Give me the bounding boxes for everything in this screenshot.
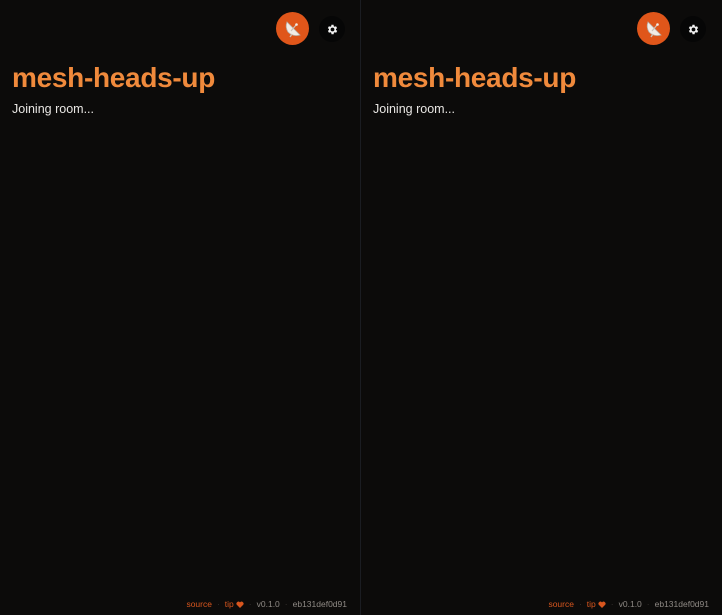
gear-icon (327, 24, 337, 34)
settings-button[interactable] (680, 16, 706, 42)
tip-link[interactable]: tip (225, 598, 244, 610)
satellite-dish-icon (646, 20, 662, 37)
footer: source · tip · v0.1.0 · eb131def0d91 (548, 598, 709, 610)
status-text: Joining room... (373, 102, 455, 116)
separator: · (284, 599, 288, 609)
separator: · (610, 599, 614, 609)
client-pane-left: mesh-heads-up Joining room... source · t… (0, 0, 361, 615)
app-title: mesh-heads-up (12, 62, 216, 93)
source-link[interactable]: source (548, 598, 574, 610)
status-text: Joining room... (12, 102, 94, 116)
client-pane-right: mesh-heads-up Joining room... source · t… (361, 0, 722, 615)
tip-label: tip (586, 599, 596, 609)
tip-link[interactable]: tip (587, 598, 606, 610)
profile-avatar-button[interactable] (637, 12, 670, 45)
profile-avatar-button[interactable] (276, 12, 309, 45)
app-window: mesh-heads-up Joining room... source · t… (0, 0, 722, 615)
commit-hash: eb131def0d91 (654, 599, 709, 609)
separator: · (578, 599, 582, 609)
commit-hash: eb131def0d91 (292, 599, 347, 609)
settings-button[interactable] (319, 16, 345, 42)
heart-icon (236, 601, 244, 609)
version-text: v0.1.0 (618, 599, 642, 609)
footer: source · tip · v0.1.0 · eb131def0d91 (186, 598, 347, 610)
gear-icon (688, 24, 698, 34)
source-link[interactable]: source (186, 598, 212, 610)
version-text: v0.1.0 (256, 599, 280, 609)
tip-label: tip (224, 599, 234, 609)
satellite-dish-icon (285, 20, 301, 37)
separator: · (646, 599, 650, 609)
separator: · (248, 599, 252, 609)
separator: · (216, 599, 220, 609)
app-title: mesh-heads-up (373, 62, 577, 93)
heart-icon (598, 601, 606, 609)
